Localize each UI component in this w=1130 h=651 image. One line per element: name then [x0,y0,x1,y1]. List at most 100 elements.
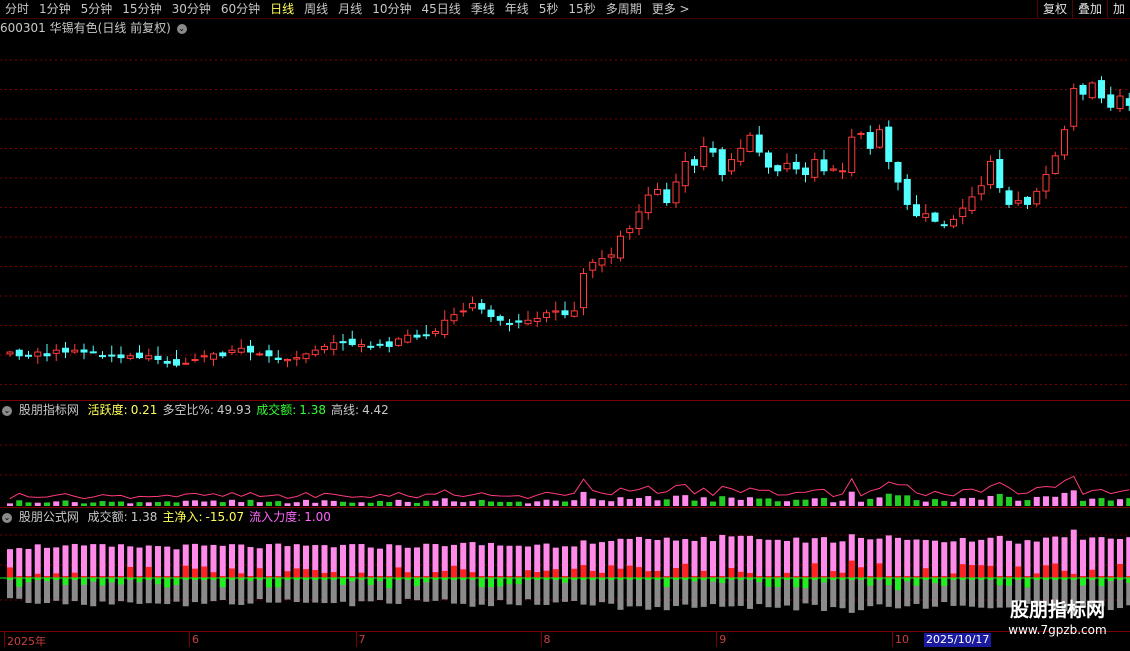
amount-bar [81,545,87,578]
outflow-bar [830,578,837,608]
candle-body [728,159,735,172]
amount-bar [62,545,69,578]
candle-body [543,312,550,319]
net-out-bar [1098,578,1105,587]
activity-bar [1126,498,1130,506]
axis-label: 6 [192,633,199,646]
amount-bar [1070,529,1077,578]
candle-body [829,168,837,171]
activity-bar [25,502,32,506]
amount-bar [386,544,393,578]
activity-bar [404,501,411,506]
inflow-bar [284,571,291,578]
net-out-bar [506,578,513,585]
amount-bar [108,546,115,578]
candle-body [339,341,347,344]
net-out-bar [118,578,124,585]
candle-body [1125,98,1130,106]
candle-body [1051,155,1059,175]
activity-bar [895,495,901,506]
outflow-bar [580,578,587,605]
amount-bar [839,541,846,578]
amount-bar [275,543,282,578]
amount-bar [1080,539,1086,578]
inflow-bar [1070,573,1077,578]
activity-bar [145,502,152,506]
outflow-bar [617,578,624,610]
candle-body [219,352,227,357]
activity-bar [1043,496,1049,506]
candle-body [977,185,985,195]
amount-bar [1098,537,1105,578]
inflow-bar [525,570,531,578]
candle-body [552,310,560,313]
outflow-bar [377,578,383,601]
net-out-bar [488,578,494,588]
net-out-bar [367,578,374,585]
inflow-bar [432,572,439,578]
activity-bar [969,497,975,506]
candle-body [108,354,116,357]
inflow-bar [469,572,476,578]
candle-body [774,165,782,172]
candle-body [348,338,356,346]
outflow-bar [330,578,337,604]
candle-body [487,309,495,318]
net-out-bar [219,578,226,588]
net-out-bar [81,578,87,585]
amount-bar [719,534,726,578]
activity-bar [423,500,430,506]
activity-bar [136,502,143,506]
net-out-bar [663,578,670,588]
inflow-bar [580,565,587,578]
outflow-bar [950,578,957,606]
watermark: 股朋指标网 www.7gpzb.com [985,598,1130,638]
time-axis: 2025/10/17 2025年 6 7 8 9 10 [0,631,1130,651]
activity-bar [719,496,726,506]
candle-body [311,349,319,356]
candle-body [43,353,51,357]
outflow-bar [358,578,365,602]
inflow-bar [145,566,152,578]
amount-bar [996,535,1003,578]
net-out-bar [913,578,920,586]
amount-bar [663,537,670,578]
amount-bar [25,548,32,578]
candle-body [321,345,328,351]
candle-body [154,355,162,361]
net-out-bar [793,578,800,588]
activity-bar [580,491,587,506]
amount-bar [136,547,143,578]
activity-bar [932,499,938,506]
activity-bar [617,497,624,506]
stock-chart[interactable] [0,0,1130,631]
net-out-bar [275,578,282,588]
activity-bar [830,502,837,506]
activity-bar [1052,496,1059,506]
inflow-bar [256,568,263,578]
outflow-bar [201,578,208,604]
activity-bar [99,501,106,506]
amount-bar [414,547,420,578]
amount-bar [506,545,513,578]
axis-tick [716,632,718,647]
inflow-bar [959,564,966,578]
net-out-bar [386,578,393,589]
candle-body [811,159,819,178]
candle-body [89,351,97,354]
amount-bar [515,545,522,578]
amount-bar [904,539,911,578]
inflow-bar [293,568,300,578]
activity-bar [432,500,439,506]
activity-bar [275,501,282,506]
activity-bar [340,501,346,506]
net-out-bar [821,578,827,583]
candle-body [737,147,745,162]
activity-bar [1098,498,1105,506]
activity-bar [1033,496,1040,506]
candle-body [755,134,763,153]
inflow-bar [654,571,661,578]
activity-bar [451,501,457,506]
outflow-bar [256,578,263,600]
outflow-bar [182,578,189,607]
